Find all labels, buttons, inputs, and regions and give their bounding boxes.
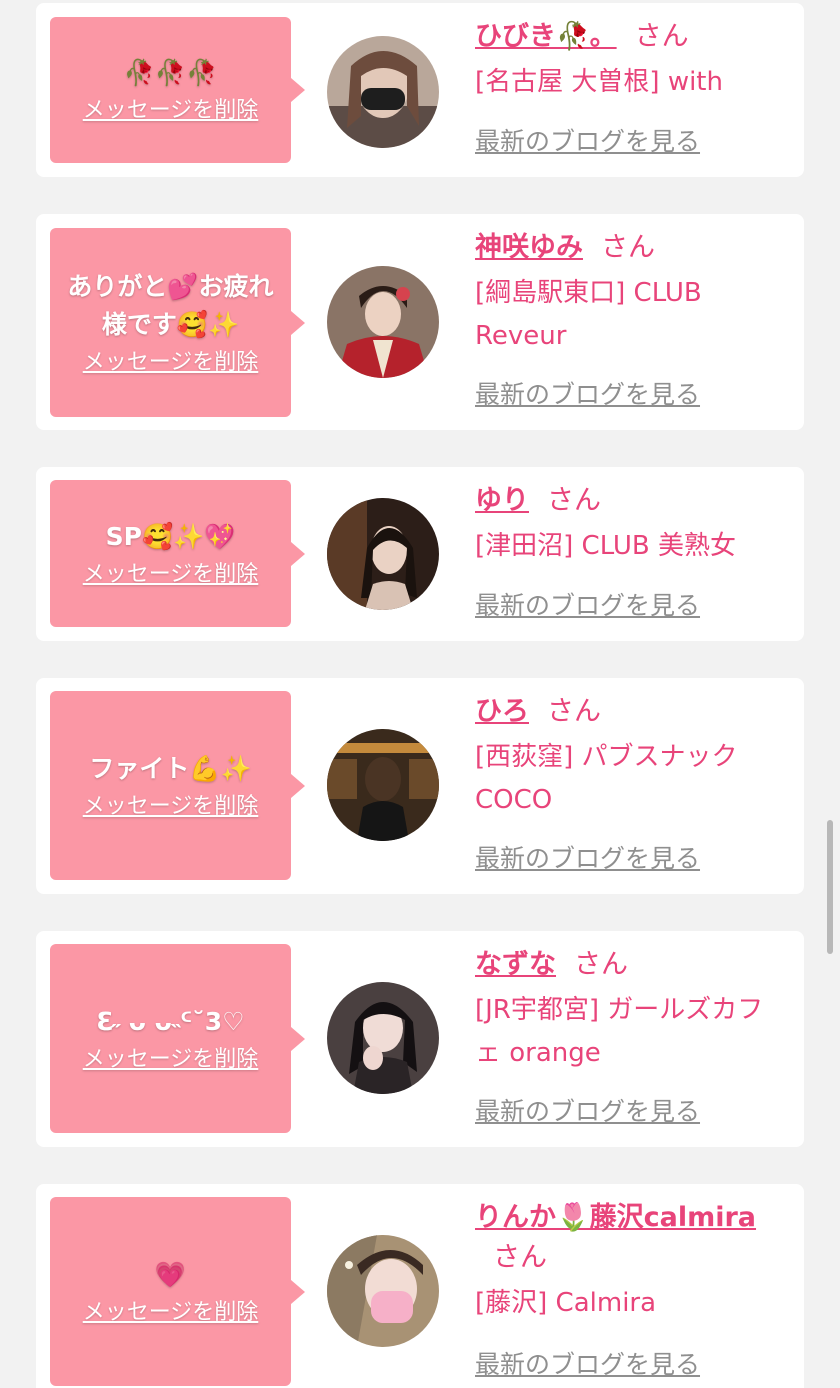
latest-blog-link[interactable]: 最新のブログを見る <box>475 125 700 159</box>
message-card: 🥀🥀🥀 メッセージを削除 ひびき🥀。 さん [名古屋 大曽根] with 最新のブ… <box>36 3 804 177</box>
shop-info: [JR宇都宮] ガールズカフェ orange <box>475 995 764 1068</box>
shop-info: [綱島駅東口] CLUB Reveur <box>475 278 702 351</box>
avatar[interactable] <box>327 266 439 378</box>
shop-info: [津田沼] CLUB 美熟女 <box>475 531 737 561</box>
honorific: さん <box>601 232 655 263</box>
message-card: SP🥰✨💖 メッセージを削除 ゆり さん [津田沼] CLUB 美熟女 最新のブロ… <box>36 467 804 641</box>
message-text: 💗 <box>154 1259 187 1289</box>
avatar[interactable] <box>327 36 439 148</box>
delete-message-link[interactable]: メッセージを削除 <box>83 560 259 590</box>
message-text: 🥀🥀🥀 <box>123 58 218 87</box>
honorific: さん <box>547 485 601 516</box>
member-name-link[interactable]: 神咲ゆみ <box>475 232 583 263</box>
member-name-link[interactable]: ゆり <box>475 485 529 516</box>
message-text: SP🥰✨💖 <box>105 521 236 551</box>
honorific: さん <box>634 21 689 52</box>
latest-blog-link[interactable]: 最新のブログを見る <box>475 1095 700 1129</box>
shop-info: [藤沢] Calmira <box>475 1288 657 1318</box>
message-bubble: ありがと💕お疲れ様です🥰✨ メッセージを削除 <box>50 228 305 417</box>
member-info: ひろ さん [西荻窪] パブスナック COCO <box>475 692 784 822</box>
member-info: ひびき🥀。 さん [名古屋 大曽根] with <box>475 17 784 104</box>
message-card: ℇ˶ ᴗ ᴗ˵ᑦ˘3♡ メッセージを削除 なずな さん [JR宇都宮] ガールズカ… <box>36 931 804 1147</box>
latest-blog-link[interactable]: 最新のブログを見る <box>475 378 700 412</box>
honorific: さん <box>547 696 601 727</box>
delete-message-link[interactable]: メッセージを削除 <box>83 792 259 822</box>
woman-pose-photo-icon <box>327 982 439 1094</box>
delete-message-link[interactable]: メッセージを削除 <box>83 96 259 126</box>
member-name-link[interactable]: ひびき🥀。 <box>475 21 617 52</box>
woman-dark-photo-icon <box>327 498 439 610</box>
avatar[interactable] <box>327 982 439 1094</box>
member-info: ゆり さん [津田沼] CLUB 美熟女 <box>475 481 784 568</box>
honorific: さん <box>493 1242 547 1273</box>
member-name-link[interactable]: ひろ <box>475 696 529 727</box>
shop-info: [名古屋 大曽根] with <box>475 67 723 97</box>
delete-message-link[interactable]: メッセージを削除 <box>83 348 259 378</box>
message-bubble: 💗 メッセージを削除 <box>50 1197 305 1386</box>
message-bubble: 🥀🥀🥀 メッセージを削除 <box>50 17 305 163</box>
message-card: ファイト💪✨ メッセージを削除 ひろ さん [西荻窪] パブスナック COCO 最… <box>36 678 804 894</box>
message-text: ありがと💕お疲れ様です🥰✨ <box>67 271 274 339</box>
message-list: 🥀🥀🥀 メッセージを削除 ひびき🥀。 さん [名古屋 大曽根] with 最新のブ… <box>0 0 840 1388</box>
message-text: ファイト💪✨ <box>89 753 252 783</box>
avatar[interactable] <box>327 1235 439 1347</box>
member-info: なずな さん [JR宇都宮] ガールズカフェ orange <box>475 945 784 1075</box>
avatar[interactable] <box>327 729 439 841</box>
woman-masked-photo-icon <box>327 1235 439 1347</box>
shop-info: [西荻窪] パブスナック COCO <box>475 742 738 815</box>
member-info: りんか🌷藤沢calmira さん [藤沢] Calmira <box>475 1198 784 1325</box>
latest-blog-link[interactable]: 最新のブログを見る <box>475 1348 700 1382</box>
message-bubble: ファイト💪✨ メッセージを削除 <box>50 691 305 880</box>
member-name-link[interactable]: りんか🌷藤沢calmira <box>475 1202 756 1233</box>
member-info: 神咲ゆみ さん [綱島駅東口] CLUB Reveur <box>475 228 784 358</box>
woman-kimono-photo-icon <box>327 266 439 378</box>
avatar[interactable] <box>327 498 439 610</box>
member-name-link[interactable]: なずな <box>475 949 556 980</box>
message-text: ℇ˶ ᴗ ᴗ˵ᑦ˘3♡ <box>96 1006 245 1036</box>
woman-masked-photo-icon <box>327 36 439 148</box>
latest-blog-link[interactable]: 最新のブログを見る <box>475 842 700 876</box>
message-card: ありがと💕お疲れ様です🥰✨ メッセージを削除 神咲ゆみ さん [綱島駅東口] CL… <box>36 214 804 430</box>
delete-message-link[interactable]: メッセージを削除 <box>83 1045 259 1075</box>
honorific: さん <box>574 949 628 980</box>
message-card: 💗 メッセージを削除 りんか🌷藤沢calmiraさん [藤沢] Calmira … <box>36 1184 804 1388</box>
message-bubble: SP🥰✨💖 メッセージを削除 <box>50 480 305 627</box>
message-bubble: ℇ˶ ᴗ ᴗ˵ᑦ˘3♡ メッセージを削除 <box>50 944 305 1133</box>
delete-message-link[interactable]: メッセージを削除 <box>83 1298 259 1328</box>
latest-blog-link[interactable]: 最新のブログを見る <box>475 589 700 623</box>
scrollbar[interactable] <box>827 820 833 954</box>
woman-back-photo-icon <box>327 729 439 841</box>
